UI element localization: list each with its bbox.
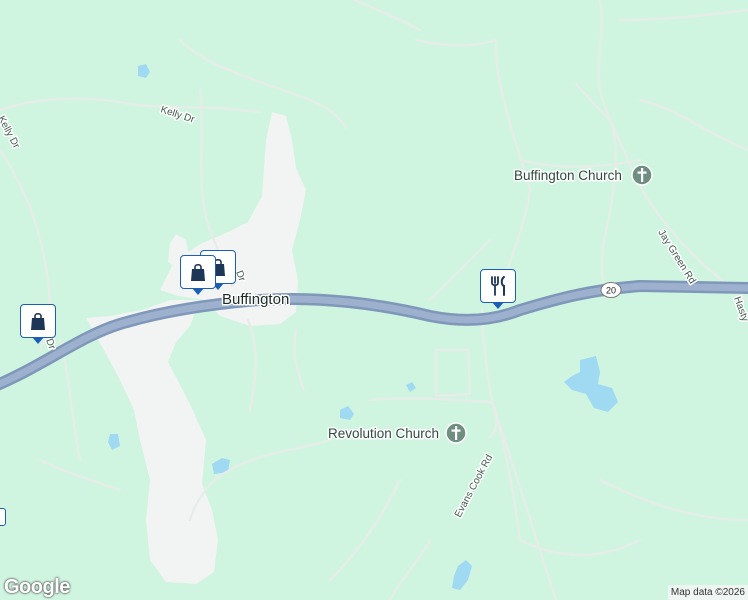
google-logo[interactable]: Google bbox=[4, 576, 70, 599]
map-pin-shopping[interactable] bbox=[20, 304, 56, 344]
map-pin-shopping[interactable] bbox=[180, 255, 216, 295]
map-pin-restaurant[interactable] bbox=[480, 269, 516, 309]
map-attribution[interactable]: Map data ©2026 bbox=[667, 585, 748, 600]
place-label-buffington-church[interactable]: Buffington Church bbox=[513, 167, 624, 185]
shopping-bag-icon bbox=[31, 312, 45, 330]
map-base-layer: 20 Kelly Dr Kelly Dr Jay Green Rd Evans … bbox=[0, 0, 748, 600]
shopping-bag-icon bbox=[191, 263, 205, 281]
route-shield-label: 20 bbox=[606, 286, 616, 296]
church-icon[interactable] bbox=[445, 422, 467, 444]
map-canvas[interactable]: 20 Kelly Dr Kelly Dr Jay Green Rd Evans … bbox=[0, 0, 748, 600]
town-label-buffington[interactable]: Buffington bbox=[221, 290, 291, 310]
place-label-revolution-church[interactable]: Revolution Church bbox=[327, 425, 441, 443]
church-icon[interactable] bbox=[631, 164, 653, 186]
route-shield-20: 20 bbox=[600, 282, 622, 298]
fork-knife-icon bbox=[491, 276, 505, 296]
map-pin-offscreen[interactable] bbox=[0, 508, 6, 526]
